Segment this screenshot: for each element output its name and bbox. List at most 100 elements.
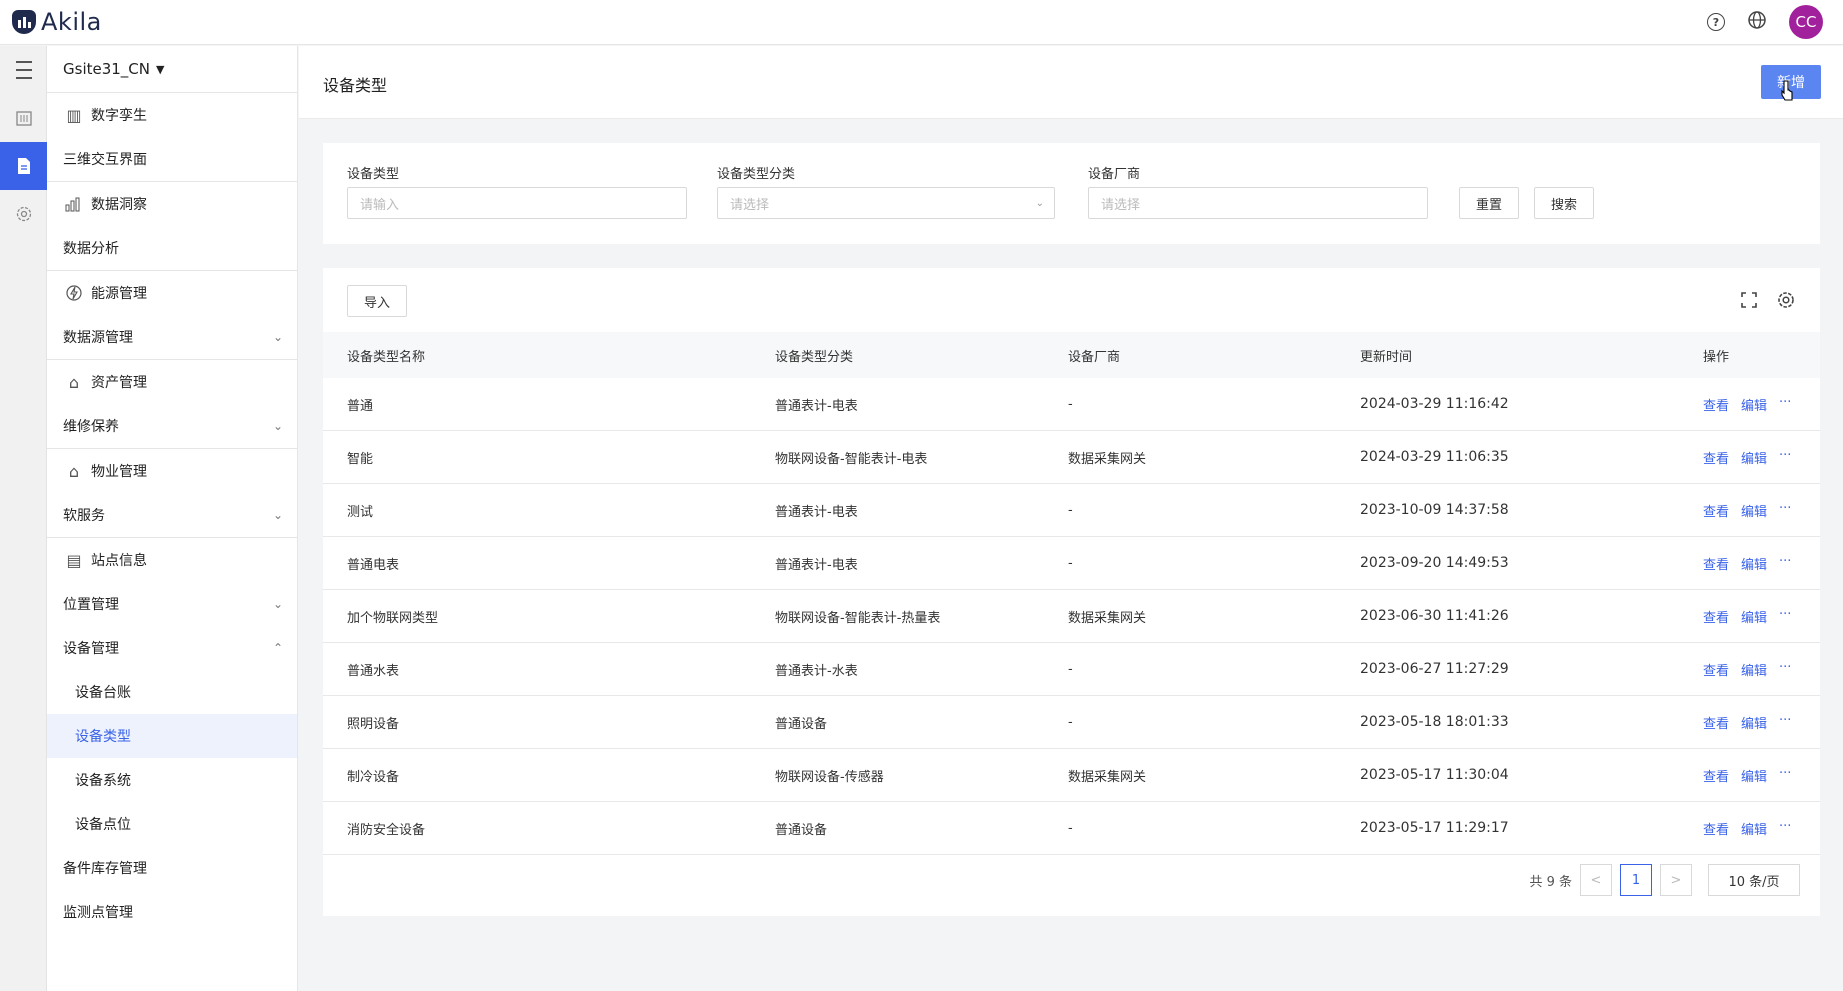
edit-link[interactable]: 编辑 bbox=[1741, 660, 1767, 679]
chevron-down-icon: ⌄ bbox=[272, 508, 283, 522]
menu-head-label: 资产管理 bbox=[91, 375, 147, 391]
settings-icon[interactable] bbox=[0, 190, 47, 238]
menu-sub-device-type[interactable]: 设备类型 bbox=[47, 714, 297, 758]
menu-head-data-insight[interactable]: 数据洞察 bbox=[47, 182, 297, 226]
view-link[interactable]: 查看 bbox=[1703, 766, 1729, 785]
view-link[interactable]: 查看 bbox=[1703, 395, 1729, 414]
document-icon[interactable] bbox=[0, 142, 47, 190]
building-icon[interactable] bbox=[0, 94, 47, 142]
more-icon[interactable]: ··· bbox=[1779, 766, 1791, 785]
site-name: Gsite31_CN bbox=[63, 60, 150, 78]
row-actions: 查看 编辑 ··· bbox=[1703, 607, 1791, 626]
menu-group-asset: ⌂ 资产管理 维修保养 ⌄ bbox=[47, 360, 297, 449]
row-actions: 查看 编辑 ··· bbox=[1703, 819, 1791, 838]
menu-item-maintenance[interactable]: 维修保养 ⌄ bbox=[47, 404, 297, 448]
search-button[interactable]: 搜索 bbox=[1534, 187, 1594, 219]
edit-link[interactable]: 编辑 bbox=[1741, 448, 1767, 467]
col-vendor[interactable]: 设备厂商 bbox=[1068, 346, 1120, 365]
cell-vendor: - bbox=[1068, 396, 1073, 412]
view-link[interactable]: 查看 bbox=[1703, 554, 1729, 573]
cell-name: 制冷设备 bbox=[347, 769, 400, 785]
menu-head-property[interactable]: ⌂ 物业管理 bbox=[47, 449, 297, 493]
menu-sub-device-ledger[interactable]: 设备台账 bbox=[47, 670, 297, 714]
menu-item-label: 设备管理 bbox=[63, 641, 119, 657]
menu-item-label: 监测点管理 bbox=[63, 905, 133, 921]
menu-sub-device-system[interactable]: 设备系统 bbox=[47, 758, 297, 802]
cell-category: 普通表计-电表 bbox=[775, 398, 858, 414]
more-icon[interactable]: ··· bbox=[1779, 448, 1791, 467]
more-icon[interactable]: ··· bbox=[1779, 660, 1791, 679]
edit-link[interactable]: 编辑 bbox=[1741, 819, 1767, 838]
menu-head-site[interactable]: ▤ 站点信息 bbox=[47, 538, 297, 582]
menu-item-device-mgmt[interactable]: 设备管理 ⌃ bbox=[47, 626, 297, 670]
category-placeholder: 请选择 bbox=[730, 197, 770, 213]
edit-link[interactable]: 编辑 bbox=[1741, 554, 1767, 573]
view-link[interactable]: 查看 bbox=[1703, 713, 1729, 732]
view-link[interactable]: 查看 bbox=[1703, 448, 1729, 467]
more-icon[interactable]: ··· bbox=[1779, 554, 1791, 573]
app-logo[interactable]: Akila bbox=[12, 8, 102, 36]
col-updated[interactable]: 更新时间 bbox=[1360, 346, 1412, 365]
menu-item-3d[interactable]: 三维交互界面 bbox=[47, 137, 297, 181]
col-category[interactable]: 设备类型分类 bbox=[775, 346, 853, 365]
cell-name: 普通 bbox=[347, 398, 374, 414]
view-link[interactable]: 查看 bbox=[1703, 660, 1729, 679]
cell-vendor: - bbox=[1068, 820, 1073, 836]
menu-item-spare-parts[interactable]: 备件库存管理 bbox=[47, 846, 297, 890]
view-link[interactable]: 查看 bbox=[1703, 501, 1729, 520]
globe-icon[interactable] bbox=[1747, 10, 1767, 34]
edit-link[interactable]: 编辑 bbox=[1741, 501, 1767, 520]
menu-item-data-analysis[interactable]: 数据分析 bbox=[47, 226, 297, 270]
view-link[interactable]: 查看 bbox=[1703, 607, 1729, 626]
menu-item-label: 备件库存管理 bbox=[63, 861, 147, 877]
menu-head-asset[interactable]: ⌂ 资产管理 bbox=[47, 360, 297, 404]
vendor-select[interactable]: 请选择 bbox=[1088, 187, 1428, 219]
col-name[interactable]: 设备类型名称 bbox=[347, 346, 425, 365]
cell-category: 物联网设备-智能表计-热量表 bbox=[775, 610, 941, 626]
next-page-button[interactable]: > bbox=[1660, 864, 1692, 896]
cell-name: 普通电表 bbox=[347, 557, 400, 573]
edit-link[interactable]: 编辑 bbox=[1741, 766, 1767, 785]
prev-page-button[interactable]: < bbox=[1580, 864, 1612, 896]
category-select[interactable]: 请选择 ⌄ bbox=[717, 187, 1055, 219]
help-icon[interactable]: ? bbox=[1707, 13, 1725, 31]
cell-category: 普通表计-电表 bbox=[775, 557, 858, 573]
row-actions: 查看 编辑 ··· bbox=[1703, 766, 1791, 785]
reset-button[interactable]: 重置 bbox=[1459, 187, 1519, 219]
row-actions: 查看 编辑 ··· bbox=[1703, 448, 1791, 467]
view-link[interactable]: 查看 bbox=[1703, 819, 1729, 838]
edit-link[interactable]: 编辑 bbox=[1741, 607, 1767, 626]
site-icon: ▤ bbox=[66, 550, 82, 570]
menu-head-energy[interactable]: 能源管理 bbox=[47, 271, 297, 315]
cell-updated: 2023-06-27 11:27:29 bbox=[1360, 661, 1509, 677]
site-selector[interactable]: Gsite31_CN ▼ bbox=[47, 46, 297, 93]
settings-icon[interactable] bbox=[1776, 290, 1796, 314]
menu-head-digital-twin[interactable]: ▥ 数字孪生 bbox=[47, 93, 297, 137]
menu-sub-device-point[interactable]: 设备点位 bbox=[47, 802, 297, 846]
row-actions: 查看 编辑 ··· bbox=[1703, 501, 1791, 520]
more-icon[interactable]: ··· bbox=[1779, 713, 1791, 732]
more-icon[interactable]: ··· bbox=[1779, 501, 1791, 520]
cell-vendor: - bbox=[1068, 502, 1073, 518]
fullscreen-icon[interactable] bbox=[1740, 291, 1758, 313]
edit-link[interactable]: 编辑 bbox=[1741, 395, 1767, 414]
menu-item-location[interactable]: 位置管理 ⌄ bbox=[47, 582, 297, 626]
more-icon[interactable]: ··· bbox=[1779, 819, 1791, 838]
menu-item-soft-service[interactable]: 软服务 ⌄ bbox=[47, 493, 297, 537]
cell-vendor: 数据采集网关 bbox=[1068, 769, 1147, 785]
user-avatar[interactable]: CC bbox=[1789, 5, 1823, 39]
page-size-select[interactable]: 10 条/页 bbox=[1708, 864, 1800, 896]
menu-icon[interactable] bbox=[0, 46, 47, 94]
chevron-down-icon: ⌄ bbox=[272, 330, 283, 344]
device-type-input[interactable]: 请输入 bbox=[347, 187, 687, 219]
edit-link[interactable]: 编辑 bbox=[1741, 713, 1767, 732]
import-button[interactable]: 导入 bbox=[347, 285, 407, 317]
menu-item-datasource[interactable]: 数据源管理 ⌄ bbox=[47, 315, 297, 359]
mouse-cursor-icon bbox=[1781, 80, 1793, 101]
more-icon[interactable]: ··· bbox=[1779, 395, 1791, 414]
menu-head-label: 站点信息 bbox=[91, 553, 147, 569]
menu-item-monitor-point[interactable]: 监测点管理 bbox=[47, 890, 297, 934]
page-1-button[interactable]: 1 bbox=[1620, 864, 1652, 896]
menu-group-digital-twin: ▥ 数字孪生 三维交互界面 bbox=[47, 93, 297, 182]
more-icon[interactable]: ··· bbox=[1779, 607, 1791, 626]
